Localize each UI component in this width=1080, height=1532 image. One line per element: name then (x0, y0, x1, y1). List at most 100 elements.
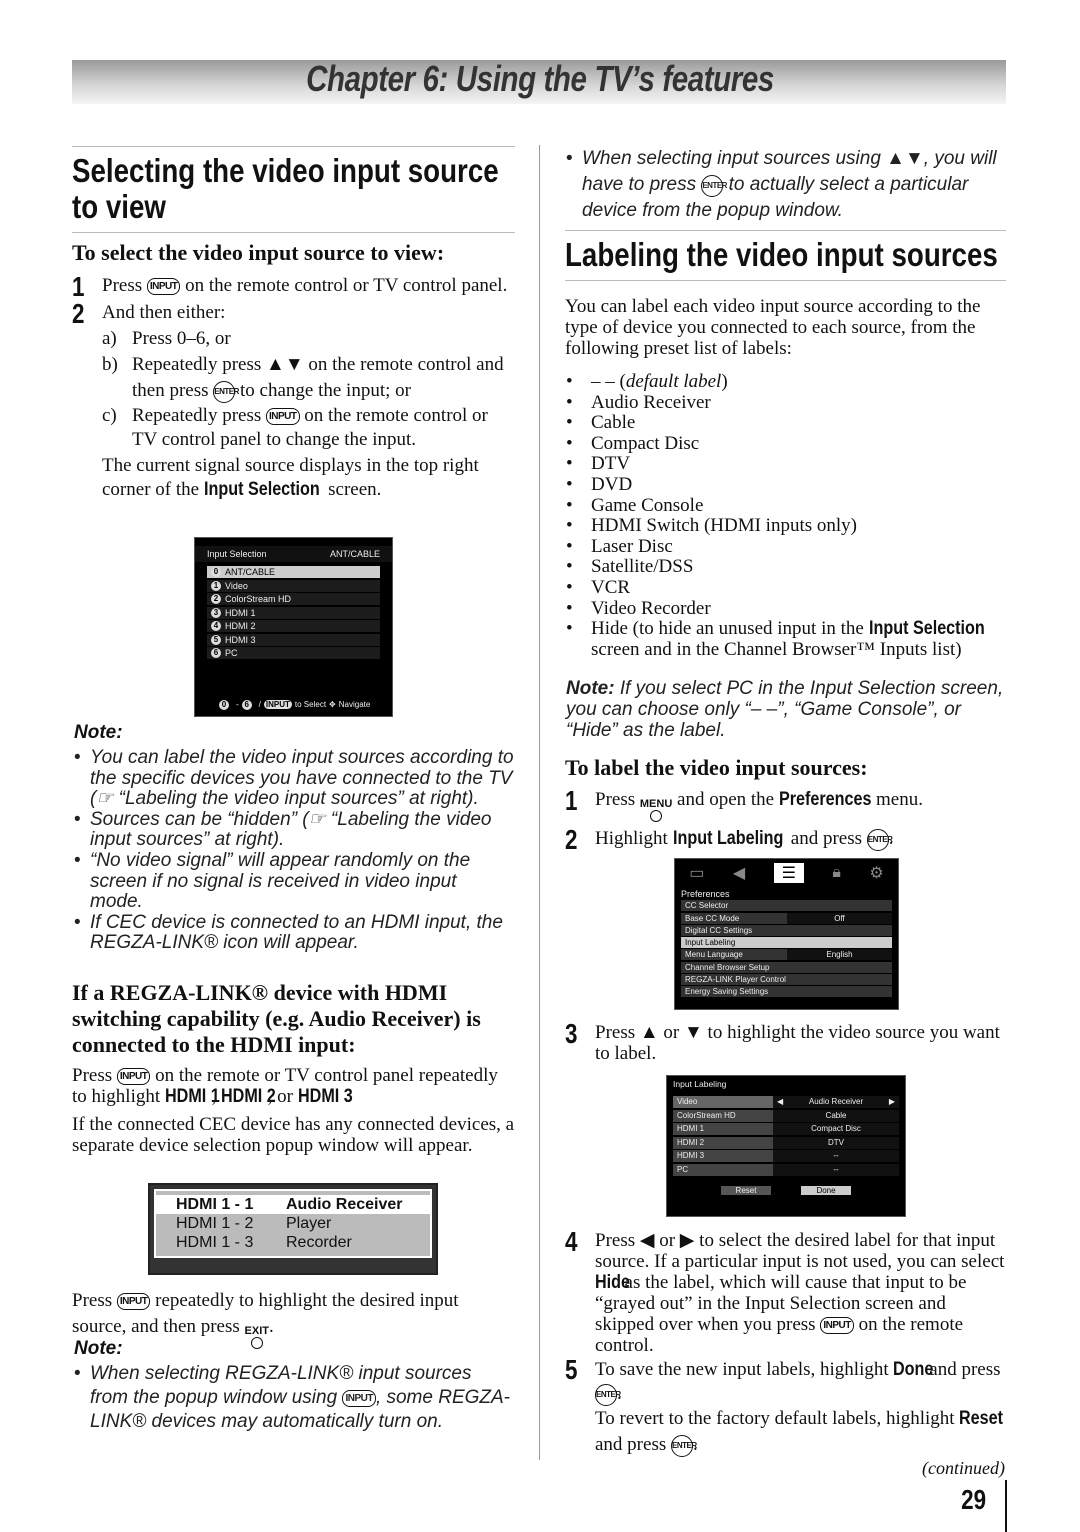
paragraph: The current signal source displays in th… (102, 454, 517, 502)
text: Press (102, 275, 147, 296)
menu-term: Input Labeling (672, 828, 783, 849)
label-item: Satellite/DSS (566, 557, 1006, 578)
popup-row[interactable]: HDMI 1 - 2 Player (176, 1214, 410, 1233)
paragraph: Press INPUT on the remote or TV control … (72, 1065, 517, 1107)
input-name: HDMI 3 (673, 1150, 773, 1162)
arrow-left-icon: ◀ (777, 1097, 784, 1106)
label-value: Compact Disc (773, 1123, 899, 1135)
labeling-row[interactable]: Video ◀ Audio Receiver ▶ (673, 1096, 899, 1108)
label-text: Audio Receiver (808, 1097, 864, 1106)
labeling-row[interactable]: HDMI 3 -- (673, 1150, 899, 1162)
input-name: PC (673, 1163, 773, 1176)
label-item: – – (default label) (566, 371, 1006, 393)
menu-term: Input Selection (868, 618, 985, 640)
note-label: Note: (74, 1338, 123, 1359)
input-label: PC (225, 648, 238, 658)
input-item[interactable]: 5 HDMI 3 (207, 633, 380, 646)
menu-item[interactable]: REGZA-LINK Player Control (681, 974, 892, 986)
option-a: a) Press 0–6, or (102, 328, 231, 349)
text: If you select PC in the Input Selection … (566, 678, 1004, 741)
subheading: To label the video input sources: (565, 755, 868, 780)
text: Highlight (595, 828, 673, 849)
text: Game Console (591, 494, 704, 516)
text: screen. (323, 479, 382, 500)
input-button-icon: INPUT (146, 278, 181, 295)
menu-term: HDMI 3 (297, 1086, 353, 1107)
divider (72, 146, 515, 147)
popup-input: HDMI 1 - 1 (176, 1196, 254, 1213)
menu-item[interactable]: Energy Saving Settings (681, 986, 892, 998)
popup-input: HDMI 1 - 2 (176, 1215, 254, 1232)
label-item: Video Recorder (566, 597, 1006, 620)
reset-button[interactable]: Reset (721, 1185, 771, 1195)
input-item[interactable]: 2 ColorStream HD (207, 593, 380, 605)
menu-item[interactable]: Channel Browser Setup (681, 961, 892, 973)
menu-item[interactable]: Menu Language English (681, 949, 892, 961)
text: To save the new input labels, highlight (595, 1359, 894, 1380)
labeling-row[interactable]: HDMI 2 DTV (673, 1136, 899, 1149)
device-popup: HDMI 1 - 1 Audio Receiver HDMI 1 - 2 Player… (148, 1183, 438, 1275)
label-text: Cable (825, 1110, 847, 1120)
input-label: HDMI 2 (225, 621, 256, 631)
label-list: – – (default label)Audio ReceiverCableCo… (566, 371, 1006, 660)
menu-label: Input Labeling (685, 938, 736, 948)
labeling-row[interactable]: ColorStream HD Cable (673, 1109, 899, 1122)
labeling-row[interactable]: PC -- (673, 1163, 899, 1176)
sound-icon: ◀ (732, 865, 746, 882)
input-button-icon: INPUT (820, 1317, 854, 1334)
text: to change the input; or (235, 380, 411, 401)
text: Video Recorder (591, 597, 711, 619)
input-button-icon: INPUT (116, 1293, 151, 1310)
menu-item[interactable]: CC Selector (681, 900, 892, 912)
screen-footer: 0-6/INPUT to Select ✥ Navigate (219, 699, 370, 710)
popup-row[interactable]: HDMI 1 - 1 Audio Receiver (156, 1195, 430, 1214)
input-item[interactable]: 1 Video (207, 579, 380, 592)
key-badge: 1 (211, 580, 221, 591)
input-label: Video (225, 580, 248, 591)
menu-value: Off (787, 912, 892, 924)
step-3: 3 Press ▲ or ▼ to highlight the video sou… (565, 1018, 1000, 1064)
note-list: You can label the video input sources ac… (74, 747, 514, 954)
menu-item[interactable]: Input Labeling (681, 937, 892, 949)
navigate-icon: ✥ (329, 700, 336, 709)
input-name: Video (673, 1096, 773, 1108)
text: Satellite/DSS (591, 556, 694, 578)
label-value: -- (773, 1164, 899, 1176)
label-text: Compact Disc (811, 1124, 861, 1133)
label-value: -- (773, 1150, 899, 1162)
text: default label (625, 371, 722, 392)
menu-value (787, 974, 892, 985)
divider (565, 280, 1006, 281)
input-item[interactable]: 6 PC (207, 647, 380, 659)
step-1: 1 Press MENU and open the Preferences men… (565, 785, 1005, 822)
menu-label: REGZA-LINK Player Control (685, 975, 786, 985)
menu-item[interactable]: Digital CC Settings (681, 924, 892, 936)
section-title: Labeling the video input sources (565, 236, 998, 273)
input-item[interactable]: 0 ANT/CABLE (207, 566, 380, 578)
key-badge: 0 (211, 567, 221, 577)
menu-item[interactable]: Base CC Mode Off (681, 912, 892, 924)
text: Press 0–6, or (132, 328, 231, 349)
label-item: Cable (566, 412, 1006, 434)
menu-label: Channel Browser Setup (685, 962, 770, 972)
enter-button-icon: ENTER (866, 829, 893, 851)
label-value: DTV (773, 1137, 899, 1149)
label-value: Cable (773, 1110, 899, 1122)
menu-term: Preferences (778, 789, 872, 810)
text: Note: (566, 678, 615, 699)
paragraph: Press INPUT repeatedly to highlight the … (72, 1288, 517, 1349)
text: HDMI Switch (HDMI inputs only) (591, 515, 857, 537)
paragraph: You can label each video input source ac… (565, 296, 981, 359)
step-5: 5 To save the new input labels, highlight… (565, 1354, 1004, 1457)
text: and press (786, 828, 867, 849)
text: Audio Receiver (591, 391, 711, 413)
text: Laser Disc (591, 535, 673, 557)
text: – – ( (591, 371, 626, 392)
labeling-row[interactable]: HDMI 1 Compact Disc (673, 1123, 899, 1135)
input-label: ColorStream HD (225, 594, 292, 604)
input-item[interactable]: 3 HDMI 1 (207, 606, 380, 619)
input-item[interactable]: 4 HDMI 2 (207, 620, 380, 632)
popup-row[interactable]: HDMI 1 - 3 Recorder (176, 1233, 410, 1252)
lock-icon: 🔒︎ (832, 864, 841, 881)
done-button[interactable]: Done (801, 1185, 851, 1195)
